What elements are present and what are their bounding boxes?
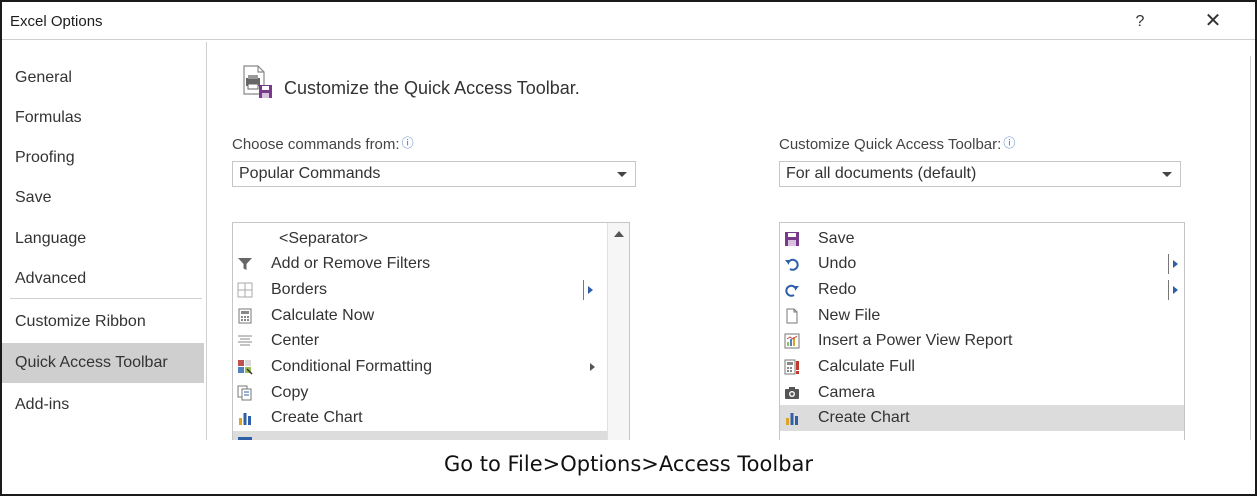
caption: Go to File>Options>Access Toolbar: [443, 452, 814, 476]
list-item[interactable]: Camera: [780, 380, 1184, 406]
list-item[interactable]: Conditional Formatting: [233, 354, 607, 380]
excel-options-dialog: Excel Options ? ✕ General Formulas Proof…: [2, 2, 1255, 440]
scroll-up-arrow-icon[interactable]: [614, 231, 624, 237]
list-item-label: Add or Remove Filters: [271, 255, 431, 272]
list-item-label: <Separator>: [279, 230, 368, 247]
list-item[interactable]: New File: [780, 303, 1184, 329]
list-item[interactable]: Save: [780, 226, 1184, 252]
chevron-down-icon: [1162, 172, 1172, 177]
help-button[interactable]: ?: [1126, 10, 1154, 34]
list-item-label: Calculate Now: [271, 307, 375, 324]
list-item-label: Copy: [271, 384, 309, 401]
nav-item-save[interactable]: Save: [2, 178, 204, 218]
content-divider: [1250, 56, 1251, 440]
nav-item-customize-ribbon[interactable]: Customize Ribbon: [2, 302, 204, 342]
nav-item-add-ins[interactable]: Add-ins: [2, 385, 204, 425]
list-item[interactable]: Undo: [780, 251, 1184, 277]
calculate-full-icon: [784, 359, 799, 375]
chevron-down-icon: [617, 172, 627, 177]
nav-item-language[interactable]: Language: [2, 219, 204, 259]
conditional-formatting-icon: [238, 360, 253, 375]
list-item[interactable]: Center: [233, 328, 607, 354]
list-item[interactable]: Borders: [233, 277, 607, 303]
undo-icon: [785, 258, 799, 271]
list-item[interactable]: [233, 431, 607, 440]
list-item-label: Conditional Formatting: [271, 358, 432, 375]
redo-icon: [785, 284, 799, 297]
quick-access-toolbar-icon: [243, 65, 272, 98]
choose-commands-label-text: Choose commands from:: [232, 136, 400, 153]
align-center-icon: [238, 335, 252, 346]
list-item-label: Calculate Full: [818, 358, 915, 375]
list-item[interactable]: Add or Remove Filters: [233, 251, 607, 277]
filter-icon: [238, 258, 252, 270]
list-item[interactable]: Create Chart: [780, 405, 1184, 431]
partial-icon: [238, 437, 252, 440]
split-arrow-icon[interactable]: [1168, 253, 1182, 275]
nav-item-advanced[interactable]: Advanced: [2, 259, 204, 299]
calculator-icon: [238, 308, 252, 324]
submenu-arrow-icon: [585, 356, 599, 378]
list-item-label: Create Chart: [271, 409, 363, 426]
save-icon: [785, 232, 799, 246]
customize-toolbar-value: For all documents (default): [786, 165, 977, 182]
power-view-icon: [784, 333, 800, 349]
list-item-label: Insert a Power View Report: [818, 332, 1013, 349]
choose-commands-value: Popular Commands: [239, 165, 381, 182]
choose-commands-label: Choose commands from: ⓘ: [232, 134, 414, 153]
list-item[interactable]: <Separator>: [233, 226, 607, 252]
list-item[interactable]: Calculate Full: [780, 354, 1184, 380]
copy-icon: [237, 385, 252, 401]
list-item-label: Undo: [818, 255, 857, 272]
customize-toolbar-label-text: Customize Quick Access Toolbar:: [779, 136, 1002, 153]
list-item[interactable]: Calculate Now: [233, 303, 607, 329]
bar-chart-icon: [239, 413, 251, 425]
nav-item-trust-center[interactable]: Trust Center: [2, 427, 204, 440]
choose-commands-dropdown[interactable]: Popular Commands: [232, 161, 636, 187]
nav-item-general[interactable]: General: [2, 58, 204, 98]
close-button[interactable]: ✕: [1198, 8, 1228, 34]
list-item-label: Redo: [818, 281, 857, 298]
info-icon[interactable]: ⓘ: [1003, 136, 1015, 150]
available-commands-list[interactable]: <Separator> Add or Remove Filters Border…: [232, 222, 630, 440]
list-item-label: Create Chart: [818, 409, 910, 426]
info-icon[interactable]: ⓘ: [402, 136, 414, 150]
camera-icon: [785, 387, 799, 399]
list-item-label: Center: [271, 332, 320, 349]
nav-item-formulas[interactable]: Formulas: [2, 98, 204, 138]
nav-item-proofing[interactable]: Proofing: [2, 138, 204, 178]
list-item-label: Camera: [818, 384, 875, 401]
nav-divider: [10, 298, 202, 299]
options-content: Customize the Quick Access Toolbar. Choo…: [210, 42, 1255, 440]
split-arrow-icon[interactable]: [1168, 279, 1182, 301]
list-item[interactable]: Copy: [233, 380, 607, 406]
scrollbar[interactable]: [607, 223, 629, 440]
window-title: Excel Options: [10, 13, 103, 30]
title-bar: Excel Options ? ✕: [2, 2, 1255, 40]
list-item[interactable]: Insert a Power View Report: [780, 328, 1184, 354]
borders-icon: [237, 282, 253, 298]
page-heading: Customize the Quick Access Toolbar.: [284, 78, 580, 98]
new-file-icon: [786, 308, 798, 324]
customize-toolbar-dropdown[interactable]: For all documents (default): [779, 161, 1181, 187]
split-arrow-icon[interactable]: [583, 279, 597, 301]
bar-chart-icon: [786, 413, 798, 425]
options-nav: General Formulas Proofing Save Language …: [2, 42, 207, 440]
list-item-label: Borders: [271, 281, 328, 298]
nav-item-quick-access-toolbar[interactable]: Quick Access Toolbar: [2, 343, 204, 383]
list-item[interactable]: Redo: [780, 277, 1184, 303]
list-item[interactable]: Create Chart: [233, 405, 607, 431]
customize-toolbar-label: Customize Quick Access Toolbar: ⓘ: [779, 134, 1015, 153]
list-item-label: Save: [818, 230, 855, 247]
list-item-label: New File: [818, 307, 881, 324]
toolbar-commands-list[interactable]: Save Undo Redo New File Insert a Power V…: [779, 222, 1185, 440]
